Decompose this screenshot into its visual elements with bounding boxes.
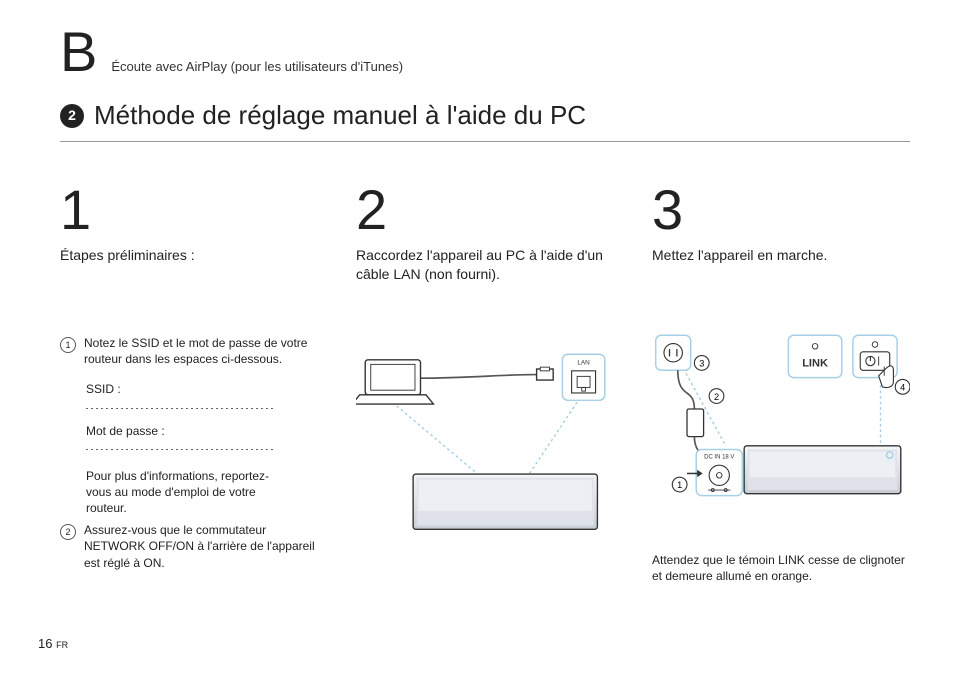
circled-3-icon: 3 bbox=[694, 356, 709, 371]
svg-text:1: 1 bbox=[677, 480, 682, 490]
svg-text:2: 2 bbox=[714, 392, 719, 402]
columns: 1 Étapes préliminaires : 1 Notez le SSID… bbox=[60, 182, 910, 584]
substep-1: 1 Notez le SSID et le mot de passe de vo… bbox=[60, 335, 318, 367]
page-number: 16 FR bbox=[38, 635, 68, 653]
col-1: 1 Étapes préliminaires : 1 Notez le SSID… bbox=[60, 182, 318, 584]
router-footnote: Pour plus d'informations, reportez-vous … bbox=[86, 468, 292, 517]
page-number-suffix: FR bbox=[56, 640, 68, 650]
link-indicator-callout: LINK bbox=[788, 335, 841, 377]
lan-label: LAN bbox=[577, 359, 590, 366]
substep-2: 2 Assurez-vous que le commutateur NETWOR… bbox=[60, 522, 318, 571]
col-3: 3 Mettez l'appareil en marche. bbox=[652, 182, 910, 584]
circled-1-icon: 1 bbox=[672, 477, 687, 492]
svg-text:3: 3 bbox=[699, 359, 704, 369]
header-subtitle: Écoute avec AirPlay (pour les utilisateu… bbox=[111, 58, 403, 76]
step-3-note: Attendez que le témoin LINK cesse de cli… bbox=[652, 552, 910, 584]
password-blank-line bbox=[86, 449, 276, 450]
power-button-callout bbox=[853, 335, 897, 387]
section-letter: B bbox=[60, 24, 97, 80]
lan-port-callout: LAN bbox=[562, 354, 604, 400]
diagram-power-on: 3 2 DC IN 18 V bbox=[652, 327, 910, 537]
password-label: Mot de passe : bbox=[86, 423, 318, 439]
section-header: B Écoute avec AirPlay (pour les utilisat… bbox=[60, 24, 910, 80]
page-number-value: 16 bbox=[38, 636, 52, 651]
laptop-icon bbox=[356, 360, 433, 404]
step-1-heading: Étapes préliminaires : bbox=[60, 246, 318, 265]
title-row: 2 Méthode de réglage manuel à l'aide du … bbox=[60, 98, 910, 142]
wall-outlet-callout bbox=[656, 335, 691, 370]
diagram-lan-connection: LAN bbox=[356, 346, 614, 556]
circled-2-icon: 2 bbox=[709, 389, 724, 404]
circled-2-icon: 2 bbox=[60, 524, 76, 540]
substep-1-text: Notez le SSID et le mot de passe de votr… bbox=[84, 335, 318, 367]
lan-connector-icon bbox=[537, 367, 554, 380]
speaker-icon bbox=[413, 474, 597, 529]
dc-in-callout: DC IN 18 V bbox=[696, 449, 742, 495]
col-2: 2 Raccordez l'appareil au PC à l'aide d'… bbox=[356, 182, 614, 584]
substep-2-text: Assurez-vous que le commutateur NETWORK … bbox=[84, 522, 318, 571]
step-3-heading: Mettez l'appareil en marche. bbox=[652, 246, 910, 265]
main-title: Méthode de réglage manuel à l'aide du PC bbox=[94, 98, 586, 133]
step-badge: 2 bbox=[60, 104, 84, 128]
step-number-2: 2 bbox=[356, 182, 614, 238]
ssid-blank-line bbox=[86, 408, 276, 409]
link-label: LINK bbox=[802, 358, 828, 370]
step-number-3: 3 bbox=[652, 182, 910, 238]
circled-1-icon: 1 bbox=[60, 337, 76, 353]
ssid-label: SSID : bbox=[86, 381, 318, 397]
svg-text:4: 4 bbox=[900, 383, 905, 393]
dc-in-label: DC IN 18 V bbox=[704, 455, 734, 461]
speaker-icon bbox=[744, 446, 901, 494]
circled-4-icon: 4 bbox=[895, 379, 910, 394]
step-2-heading: Raccordez l'appareil au PC à l'aide d'un… bbox=[356, 246, 614, 284]
ac-adapter-icon bbox=[687, 409, 704, 437]
step-number-1: 1 bbox=[60, 182, 318, 238]
page: B Écoute avec AirPlay (pour les utilisat… bbox=[0, 0, 954, 673]
